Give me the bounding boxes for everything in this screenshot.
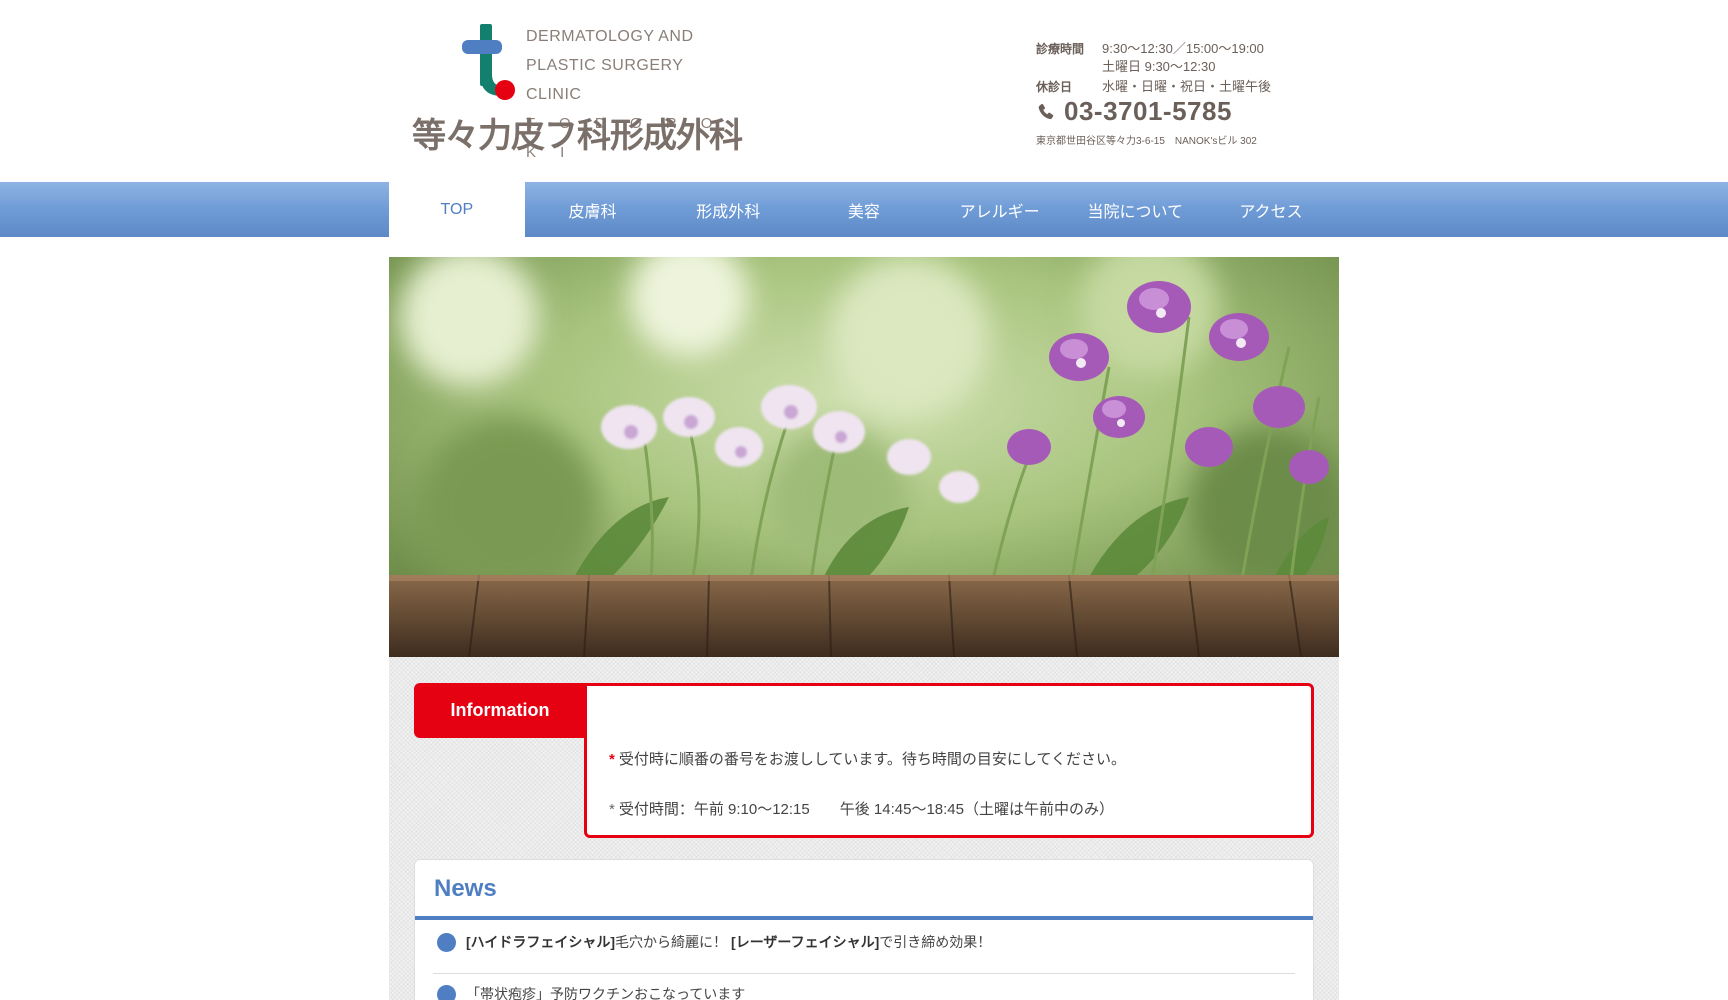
hero-flowers-illustration: [389, 257, 1339, 657]
news-section: News [ハイドラフェイシャル] 毛穴から綺麗に！ [レーザーフェイシャル] で引き…: [414, 859, 1314, 1000]
news-divider: [415, 916, 1313, 920]
gray-asterisk: *: [609, 801, 615, 818]
information-panel: * 受付時に順番の番号をお渡ししています。待ち時間の目安にしてください。 * 受付時…: [584, 683, 1314, 838]
red-asterisk: *: [609, 751, 615, 768]
phone-icon: [1038, 103, 1054, 119]
logo-japanese-name: 等々力皮フ科形成外科: [412, 116, 743, 156]
closed-label: 休診日: [1036, 80, 1073, 94]
information-tab: Information: [414, 683, 586, 738]
logo-mark-icon: [462, 24, 515, 100]
nav-items: TOP 皮膚科 形成外科 美容 アレルギー 当院について アクセス: [389, 182, 1339, 237]
news-item[interactable]: 「帯状疱疹」予防ワクチンおこなっています: [437, 984, 745, 1000]
logo-en-line1: DERMATOLOGY AND: [526, 28, 694, 45]
clinic-logo[interactable]: DERMATOLOGY AND PLASTIC SURGERY CLINIC T…: [412, 20, 743, 161]
hours-row-saturday: 土曜日 9:30～12:30: [1036, 56, 1215, 75]
main-nav: TOP 皮膚科 形成外科 美容 アレルギー 当院について アクセス: [0, 182, 1728, 237]
news-item-1-text1: 毛穴から綺麗に！: [615, 934, 728, 950]
site-header: DERMATOLOGY AND PLASTIC SURGERY CLINIC T…: [0, 0, 1728, 182]
hero-image: [389, 257, 1339, 657]
nav-item-dermatology[interactable]: 皮膚科: [525, 182, 661, 237]
nav-item-allergy[interactable]: アレルギー: [932, 182, 1068, 237]
news-item-2-text: 「帯状疱疹」予防ワクチンおこなっています: [466, 986, 746, 1000]
hours-row: 診療時間 9:30～12:30／15:00～19:00: [1036, 38, 1264, 57]
information-line-1: * 受付時に順番の番号をお渡ししています。待ち時間の目安にしてください。: [609, 748, 1126, 769]
closed-value: 水曜・日曜・祝日・土曜午後: [1102, 79, 1272, 94]
clinic-address: 東京都世田谷区等々力3-6-15 NANOK'sビル 302: [1036, 136, 1257, 147]
nav-item-access[interactable]: アクセス: [1203, 182, 1339, 237]
logo-en-line2: PLASTIC SURGERY CLINIC: [526, 57, 684, 103]
news-item-1-tag1: [ハイドラフェイシャル]: [466, 934, 616, 950]
phone-number[interactable]: 03-3701-5785: [1036, 96, 1232, 127]
news-item-1-tag2: [レーザーフェイシャル]: [731, 934, 880, 950]
bullet-dot-icon: [437, 932, 456, 952]
hours-value: 9:30～12:30／15:00～19:00: [1102, 41, 1264, 56]
content-area: Information * 受付時に順番の番号をお渡ししています。待ち時間の目安に…: [389, 657, 1339, 1000]
information-line-2: * 受付時間：午前 9:10〜12:15 午後 14:45〜18:45（土曜は午前…: [609, 798, 1114, 819]
clinic-info: 診療時間 9:30～12:30／15:00～19:00 土曜日 9:30～12:3…: [1036, 36, 1336, 156]
news-separator: [433, 973, 1295, 974]
information-line-1-text: 受付時に順番の番号をお渡ししています。待ち時間の目安にしてください。: [618, 751, 1126, 768]
nav-item-top[interactable]: TOP: [389, 182, 525, 237]
hours-value-saturday: 土曜日 9:30～12:30: [1102, 59, 1216, 74]
nav-item-beauty[interactable]: 美容: [796, 182, 932, 237]
information-line-2-text: 受付時間：午前 9:10〜12:15 午後 14:45〜18:45（土曜は午前中…: [618, 801, 1114, 818]
nav-item-plastic-surgery[interactable]: 形成外科: [660, 182, 796, 237]
hours-label: 診療時間: [1036, 42, 1085, 56]
nav-item-about[interactable]: 当院について: [1067, 182, 1203, 237]
closed-row: 休診日 水曜・日曜・祝日・土曜午後: [1036, 76, 1271, 95]
news-item[interactable]: [ハイドラフェイシャル] 毛穴から綺麗に！ [レーザーフェイシャル] で引き締め効果！: [437, 932, 991, 952]
phone-number-text: 03-3701-5785: [1064, 96, 1232, 126]
bullet-dot-icon: [437, 984, 456, 1000]
news-item-1-text2: で引き締め効果！: [879, 934, 992, 950]
news-title: News: [434, 875, 497, 902]
